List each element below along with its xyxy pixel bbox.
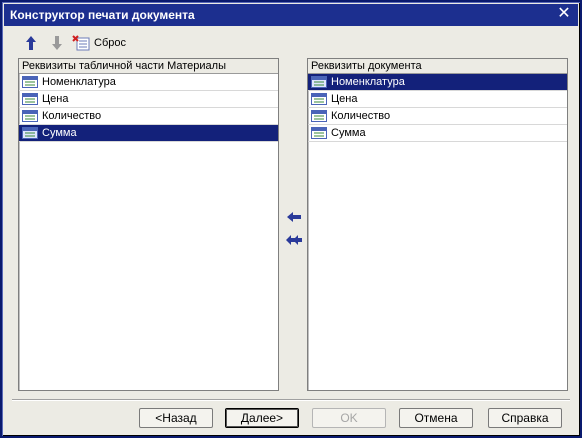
title-bar: Конструктор печати документа ✕ <box>4 4 578 26</box>
double-arrow-left-icon <box>286 235 302 245</box>
reset-icon <box>72 35 90 51</box>
list-item[interactable]: Количество <box>19 108 278 125</box>
footer-separator <box>12 399 570 401</box>
list-item[interactable]: Цена <box>19 91 278 108</box>
window-title: Конструктор печати документа <box>10 8 195 22</box>
dialog-window: Конструктор печати документа ✕ Сброс Рек… <box>0 0 582 438</box>
help-button[interactable]: Справка <box>488 408 562 428</box>
move-left-button[interactable] <box>285 209 303 225</box>
list-header: Реквизиты документа <box>308 59 567 74</box>
move-down-button[interactable] <box>46 32 68 54</box>
list-item-label: Сумма <box>331 127 366 139</box>
move-all-left-button[interactable] <box>285 232 303 248</box>
list-item[interactable]: Сумма <box>19 125 278 142</box>
list-item-label: Цена <box>331 93 358 105</box>
field-icon <box>22 127 38 139</box>
field-icon <box>311 127 327 139</box>
reset-label: Сброс <box>94 37 126 49</box>
list-item[interactable]: Количество <box>308 108 567 125</box>
document-fields-list[interactable]: Реквизиты документа Номенклатура Цена Коли… <box>307 58 568 391</box>
field-icon <box>311 76 327 88</box>
list-item[interactable]: Сумма <box>308 125 567 142</box>
field-icon <box>311 93 327 105</box>
list-item-label: Количество <box>331 110 391 122</box>
toolbar: Сброс <box>20 32 130 54</box>
field-icon <box>22 76 38 88</box>
list-item-label: Номенклатура <box>42 76 116 88</box>
close-icon[interactable]: ✕ <box>556 6 572 22</box>
list-item-label: Цена <box>42 93 69 105</box>
list-item[interactable]: Номенклатура <box>308 74 567 91</box>
table-fields-list[interactable]: Реквизиты табличной части Материалы Номе… <box>18 58 279 391</box>
arrow-up-icon <box>26 36 36 50</box>
list-item[interactable]: Номенклатура <box>19 74 278 91</box>
next-button[interactable]: Далее> <box>225 408 299 428</box>
move-up-button[interactable] <box>20 32 42 54</box>
ok-button[interactable]: OK <box>312 408 386 428</box>
reset-button[interactable]: Сброс <box>72 32 130 54</box>
arrow-down-icon <box>52 36 62 50</box>
list-item-label: Количество <box>42 110 102 122</box>
field-icon <box>311 110 327 122</box>
field-icon <box>22 110 38 122</box>
field-icon <box>22 93 38 105</box>
list-item-label: Сумма <box>42 127 77 139</box>
list-item[interactable]: Цена <box>308 91 567 108</box>
cancel-button[interactable]: Отмена <box>399 408 473 428</box>
arrow-left-icon <box>287 212 301 222</box>
back-button[interactable]: <Назад <box>139 408 213 428</box>
list-header: Реквизиты табличной части Материалы <box>19 59 278 74</box>
list-item-label: Номенклатура <box>331 76 405 88</box>
